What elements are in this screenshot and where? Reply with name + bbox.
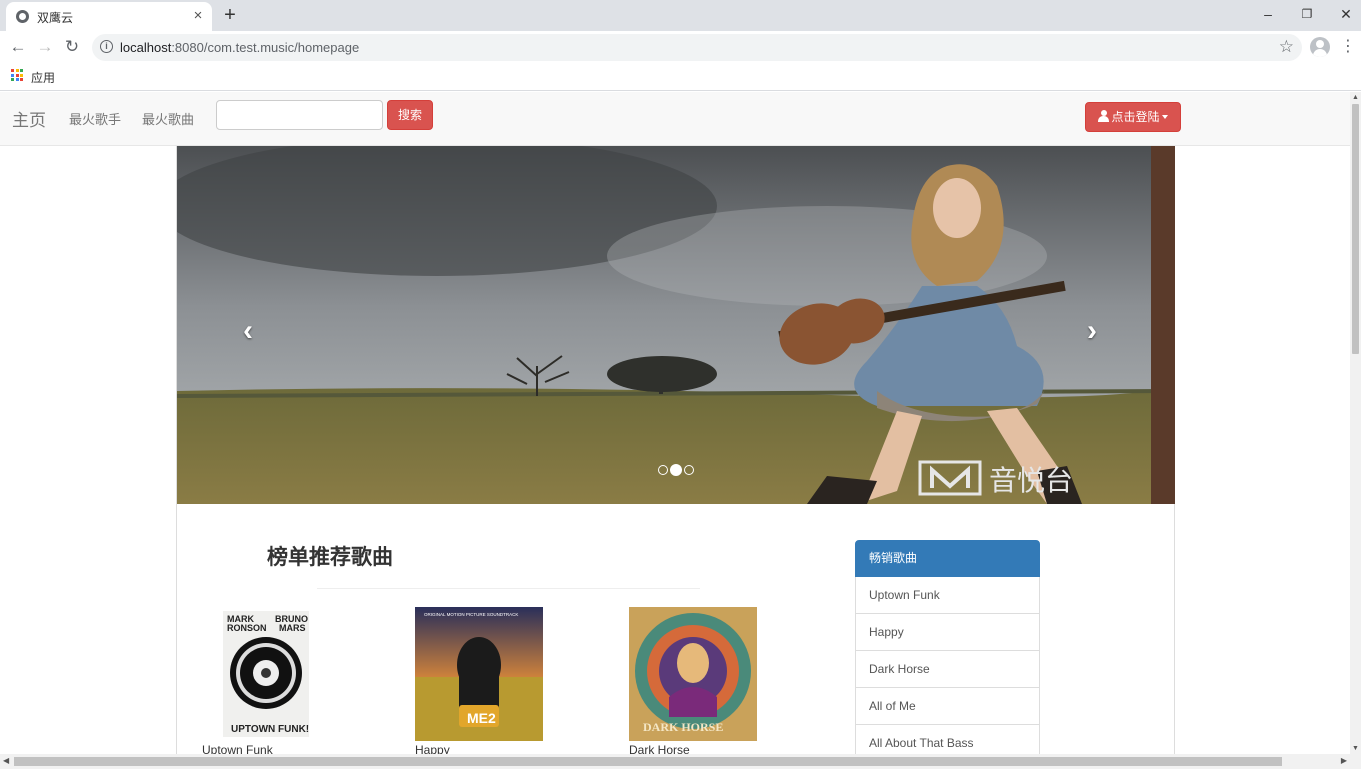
svg-text:UPTOWN FUNK!: UPTOWN FUNK! [231,724,309,735]
browser-toolbar: ← → ↻ i localhost:8080/com.test.music/ho… [0,31,1361,63]
bestseller-list: 畅销歌曲 Uptown Funk Happy Dark Horse All of… [855,540,1040,754]
scroll-up-icon[interactable]: ▲ [1352,94,1359,101]
login-dropdown-button[interactable]: 点击登陆 [1085,102,1181,132]
page-viewport: 主页 最火歌手 最火歌曲 搜索 点击登陆 音悦台 ‹ › 榜单推荐歌曲 MARK… [0,92,1350,754]
vertical-scroll-thumb[interactable] [1352,104,1359,354]
horizontal-scrollbar[interactable]: ◀ ▶ [0,754,1361,769]
bookmark-star-icon[interactable]: ☆ [1279,37,1294,57]
back-arrow-icon[interactable]: ← [7,36,29,58]
search-input[interactable] [216,100,383,130]
browser-menu-icon[interactable]: ⋮ [1340,36,1356,58]
login-label: 点击登陆 [1111,110,1160,124]
watermark-text: 音悦台 [989,464,1073,497]
svg-text:ORIGINAL MOTION PICTURE SOUNDT: ORIGINAL MOTION PICTURE SOUNDTRACK [424,612,518,617]
album-cover-dark-horse[interactable]: DARK HORSE [629,607,757,741]
list-item[interactable]: All of Me [855,688,1040,725]
album-name[interactable]: Happy [415,743,450,754]
carousel-next-icon[interactable]: › [1087,314,1097,348]
carousel-indicator[interactable] [658,464,668,475]
site-info-icon[interactable]: i [100,40,113,53]
url-host: localhost [120,40,172,55]
new-tab-button[interactable]: + [220,3,240,27]
main-container: 音悦台 ‹ › 榜单推荐歌曲 MARK RONSON BRUNO MARS UP… [176,146,1175,754]
window-minimize-button[interactable]: – [1253,2,1283,26]
nav-link-hot-songs[interactable]: 最火歌曲 [142,109,194,128]
album-cover-happy[interactable]: ME2 ORIGINAL MOTION PICTURE SOUNDTRACK [415,607,543,741]
recommend-section-title: 榜单推荐歌曲 [267,546,393,569]
carousel-indicator-active[interactable] [670,463,682,476]
caret-down-icon [1161,115,1168,119]
window-restore-button[interactable]: ❐ [1292,2,1322,26]
apps-grid-icon[interactable] [11,69,23,81]
carousel-indicators [657,461,695,476]
address-bar[interactable]: i localhost:8080/com.test.music/homepage… [92,34,1302,61]
reload-icon[interactable]: ↻ [61,36,83,58]
nav-link-hot-singers[interactable]: 最火歌手 [69,109,121,128]
navbar-brand[interactable]: 主页 [12,106,46,131]
banner-carousel[interactable]: 音悦台 ‹ › [177,146,1175,504]
tab-title: 双鹰云 [37,11,74,25]
svg-text:DARK HORSE: DARK HORSE [643,720,723,734]
scroll-left-icon[interactable]: ◀ [3,756,9,765]
profile-avatar-icon[interactable] [1310,37,1330,57]
browser-tabstrip: 双鹰云 × + – ❐ ✕ [0,0,1361,31]
list-item[interactable]: Happy [855,614,1040,651]
site-navbar: 主页 最火歌手 最火歌曲 搜索 点击登陆 [0,92,1350,146]
bestseller-heading: 畅销歌曲 [855,540,1040,577]
forward-arrow-icon[interactable]: → [34,36,56,58]
browser-tab[interactable]: 双鹰云 × [6,2,212,31]
globe-icon [16,10,29,23]
list-item[interactable]: All About That Bass [855,725,1040,754]
user-icon [1098,110,1110,122]
vertical-scrollbar[interactable]: ▲ ▼ [1350,92,1361,754]
section-divider [317,588,700,589]
tab-close-icon[interactable]: × [190,8,206,24]
scroll-right-icon[interactable]: ▶ [1341,756,1347,765]
album-cover-uptown-funk[interactable]: MARK RONSON BRUNO MARS UPTOWN FUNK! [223,611,309,737]
search-button[interactable]: 搜索 [387,100,433,130]
url-path: :8080/com.test.music/homepage [171,40,360,55]
svg-text:RONSON: RONSON [227,623,267,633]
carousel-slide-image: 音悦台 [177,146,1175,504]
album-name[interactable]: Dark Horse [629,743,690,754]
list-item[interactable]: Uptown Funk [855,577,1040,614]
carousel-indicator[interactable] [684,464,694,475]
bookmark-apps-label[interactable]: 应用 [31,69,55,86]
svg-text:ME2: ME2 [467,710,496,726]
bookmarks-bar: 应用 [0,63,1361,91]
address-url[interactable]: localhost:8080/com.test.music/homepage [120,40,359,55]
scroll-down-icon[interactable]: ▼ [1352,745,1359,752]
svg-text:MARS: MARS [279,623,306,633]
album-name[interactable]: Uptown Funk [202,743,273,754]
carousel-prev-icon[interactable]: ‹ [243,314,253,348]
horizontal-scroll-thumb[interactable] [14,757,1282,766]
list-item[interactable]: Dark Horse [855,651,1040,688]
window-close-button[interactable]: ✕ [1331,2,1361,26]
